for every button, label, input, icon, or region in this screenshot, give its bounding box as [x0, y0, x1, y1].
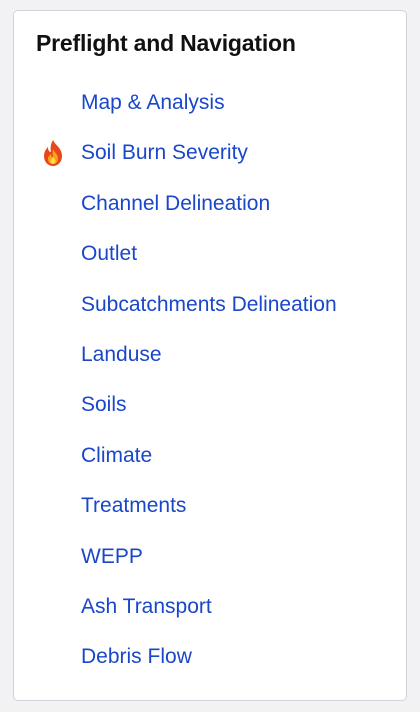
nav-link-debris-flow[interactable]: Debris Flow	[81, 643, 192, 671]
nav-item-soil-burn-severity: Soil Burn Severity	[14, 139, 406, 189]
nav-item-channel-delineation: Channel Delineation	[14, 190, 406, 240]
nav-link-climate[interactable]: Climate	[81, 442, 152, 470]
nav-item-landuse: Landuse	[14, 341, 406, 391]
nav-link-soils[interactable]: Soils	[81, 391, 127, 419]
nav-item-ash-transport: Ash Transport	[14, 593, 406, 643]
fire-icon	[38, 138, 68, 168]
nav-item-wepp: WEPP	[14, 543, 406, 593]
nav-list: Map & Analysis Soil Burn Severity Channe…	[14, 89, 406, 694]
nav-link-outlet[interactable]: Outlet	[81, 240, 137, 268]
nav-link-landuse[interactable]: Landuse	[81, 341, 162, 369]
nav-link-channel-delineation[interactable]: Channel Delineation	[81, 190, 270, 218]
nav-item-outlet: Outlet	[14, 240, 406, 290]
nav-item-climate: Climate	[14, 442, 406, 492]
nav-link-soil-burn-severity[interactable]: Soil Burn Severity	[81, 139, 248, 167]
nav-link-ash-transport[interactable]: Ash Transport	[81, 593, 212, 621]
nav-item-map-analysis: Map & Analysis	[14, 89, 406, 139]
nav-item-subcatchments-delineation: Subcatchments Delineation	[14, 291, 406, 341]
preflight-navigation-panel: Preflight and Navigation Map & Analysis …	[13, 10, 407, 701]
panel-title: Preflight and Navigation	[36, 30, 296, 56]
nav-item-soils: Soils	[14, 391, 406, 441]
nav-link-wepp[interactable]: WEPP	[81, 543, 143, 571]
nav-link-subcatchments-delineation[interactable]: Subcatchments Delineation	[81, 291, 337, 319]
nav-item-debris-flow: Debris Flow	[14, 643, 406, 693]
nav-link-treatments[interactable]: Treatments	[81, 492, 186, 520]
nav-link-map-analysis[interactable]: Map & Analysis	[81, 89, 225, 117]
nav-item-treatments: Treatments	[14, 492, 406, 542]
